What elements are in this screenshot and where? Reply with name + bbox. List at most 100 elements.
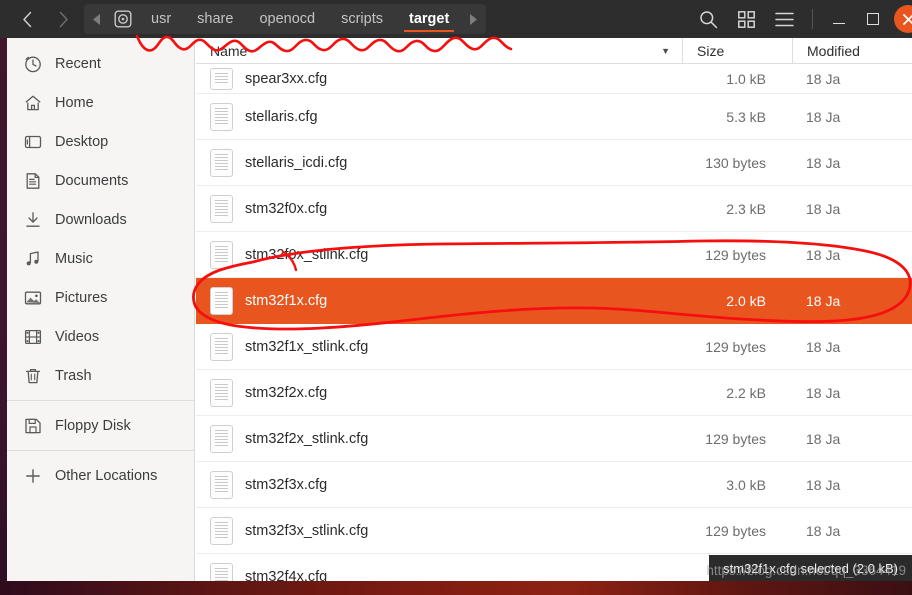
file-name-label: stm32f1x_stlink.cfg — [245, 338, 369, 355]
ubuntu-dock-strip — [0, 30, 7, 590]
file-icon — [210, 67, 233, 90]
sidebar-item-downloads[interactable]: Downloads — [7, 200, 194, 239]
file-name-cell: stm32f4x.cfg — [196, 562, 682, 581]
column-header-size[interactable]: Size — [682, 38, 792, 64]
status-tooltip: stm32f1x.cfg selected (2.0 kB) — [709, 555, 912, 581]
sidebar-item-videos[interactable]: Videos — [7, 317, 194, 356]
grid-view-icon — [737, 10, 755, 28]
file-modified-cell: 18 Ja — [806, 292, 841, 309]
file-name-cell: stm32f2x_stlink.cfg — [196, 424, 682, 453]
sidebar-item-other-locations[interactable]: Other Locations — [7, 456, 194, 495]
sort-descending-icon[interactable]: ▼ — [661, 46, 670, 56]
file-size-cell: 3.0 kB — [726, 476, 766, 493]
breadcrumb-item-openocd[interactable]: openocd — [246, 4, 328, 34]
file-name-cell: spear3xx.cfg — [196, 67, 682, 90]
file-size-cell: 129 bytes — [705, 246, 766, 263]
file-size-cell: 2.3 kB — [726, 200, 766, 217]
chevron-right-icon — [59, 11, 68, 27]
minimize-button[interactable] — [822, 3, 856, 35]
close-button[interactable] — [894, 5, 912, 33]
sidebar-item-documents[interactable]: Documents — [7, 161, 194, 200]
picture-icon — [23, 288, 42, 307]
table-row[interactable]: stm32f1x_stlink.cfg 129 bytes 18 Ja — [196, 324, 912, 370]
sidebar-item-label: Trash — [55, 367, 92, 384]
column-header-name[interactable]: Name ▼ — [196, 43, 682, 59]
table-row[interactable]: stm32f3x_stlink.cfg 129 bytes 18 Ja — [196, 508, 912, 554]
back-button[interactable] — [10, 4, 44, 34]
file-name-cell: stm32f2x.cfg — [196, 378, 682, 407]
sidebar-item-label: Pictures — [55, 289, 108, 306]
file-modified-cell: 18 Ja — [806, 338, 841, 355]
trash-icon — [23, 366, 42, 385]
sidebar-item-label: Videos — [55, 328, 100, 345]
file-icon — [210, 470, 233, 499]
breadcrumb-item-target[interactable]: target — [396, 4, 462, 34]
clock-icon — [23, 54, 42, 73]
document-icon — [23, 171, 42, 190]
sidebar-item-label: Downloads — [55, 211, 127, 228]
file-icon — [210, 194, 233, 223]
menu-button[interactable] — [765, 3, 803, 35]
navigation-buttons — [0, 4, 80, 34]
file-icon — [210, 516, 233, 545]
file-name-label: stm32f0x.cfg — [245, 200, 328, 217]
sidebar-item-floppy-disk[interactable]: Floppy Disk — [7, 406, 194, 445]
sidebar-item-label: Other Locations — [55, 467, 158, 484]
file-name-cell: stm32f1x_stlink.cfg — [196, 332, 682, 361]
file-size-cell: 129 bytes — [705, 338, 766, 355]
film-icon — [23, 327, 42, 346]
sidebar-item-desktop[interactable]: Desktop — [7, 122, 194, 161]
music-note-icon — [23, 249, 42, 268]
sidebar-item-recent[interactable]: Recent — [7, 44, 194, 83]
sidebar-item-label: Home — [55, 94, 94, 111]
breadcrumb-item-scripts[interactable]: scripts — [328, 4, 396, 34]
headerbar-separator — [812, 9, 813, 29]
sidebar-item-trash[interactable]: Trash — [7, 356, 194, 395]
table-row[interactable]: stm32f0x_stlink.cfg 129 bytes 18 Ja — [196, 232, 912, 278]
file-name-cell: stellaris.cfg — [196, 102, 682, 131]
column-headers: Name ▼ Size Modified — [196, 38, 912, 64]
table-row[interactable]: spear3xx.cfg 1.0 kB 18 Ja — [196, 64, 912, 94]
filesystem-disk-icon[interactable] — [108, 4, 138, 34]
desktop-wallpaper-edge — [0, 581, 912, 595]
table-row[interactable]: stellaris.cfg 5.3 kB 18 Ja — [196, 94, 912, 140]
sidebar-item-music[interactable]: Music — [7, 239, 194, 278]
table-row[interactable]: stm32f2x.cfg 2.2 kB 18 Ja — [196, 370, 912, 416]
breadcrumb-scroll-left[interactable] — [86, 4, 108, 34]
file-modified-cell: 18 Ja — [806, 476, 841, 493]
sidebar-item-pictures[interactable]: Pictures — [7, 278, 194, 317]
file-icon — [210, 424, 233, 453]
table-row[interactable]: stellaris_icdi.cfg 130 bytes 18 Ja — [196, 140, 912, 186]
file-size-cell: 2.2 kB — [726, 384, 766, 401]
sidebar-item-label: Recent — [55, 55, 101, 72]
file-icon — [210, 286, 233, 315]
forward-button[interactable] — [46, 4, 80, 34]
file-size-cell: 1.0 kB — [726, 70, 766, 87]
column-header-modified[interactable]: Modified — [792, 38, 912, 64]
headerbar-actions — [689, 3, 912, 35]
breadcrumb-scroll-right[interactable] — [462, 4, 484, 34]
table-row-selected[interactable]: stm32f1x.cfg 2.0 kB 18 Ja — [196, 278, 912, 324]
file-name-label: stellaris.cfg — [245, 108, 318, 125]
file-rows: spear3xx.cfg 1.0 kB 18 Ja stellaris.cfg 5.3 … — [196, 64, 912, 581]
breadcrumb-item-share[interactable]: share — [184, 4, 246, 34]
table-row[interactable]: stm32f3x.cfg 3.0 kB 18 Ja — [196, 462, 912, 508]
file-modified-cell: 18 Ja — [806, 522, 841, 539]
file-icon — [210, 102, 233, 131]
sidebar-separator — [7, 400, 194, 401]
search-button[interactable] — [689, 3, 727, 35]
table-row[interactable]: stm32f0x.cfg 2.3 kB 18 Ja — [196, 186, 912, 232]
table-row[interactable]: stm32f2x_stlink.cfg 129 bytes 18 Ja — [196, 416, 912, 462]
close-icon — [902, 13, 912, 25]
sidebar-item-label: Documents — [55, 172, 129, 189]
maximize-button[interactable] — [856, 3, 890, 35]
sidebar-item-home[interactable]: Home — [7, 83, 194, 122]
view-grid-button[interactable] — [727, 3, 765, 35]
file-manager-window: usr share openocd scripts target Recent … — [0, 0, 912, 595]
file-name-label: stm32f0x_stlink.cfg — [245, 246, 369, 263]
file-icon — [210, 148, 233, 177]
triangle-right-icon — [470, 13, 478, 25]
breadcrumb-item-usr[interactable]: usr — [138, 4, 184, 34]
hamburger-menu-icon — [774, 12, 794, 26]
file-modified-cell: 18 Ja — [806, 246, 841, 263]
